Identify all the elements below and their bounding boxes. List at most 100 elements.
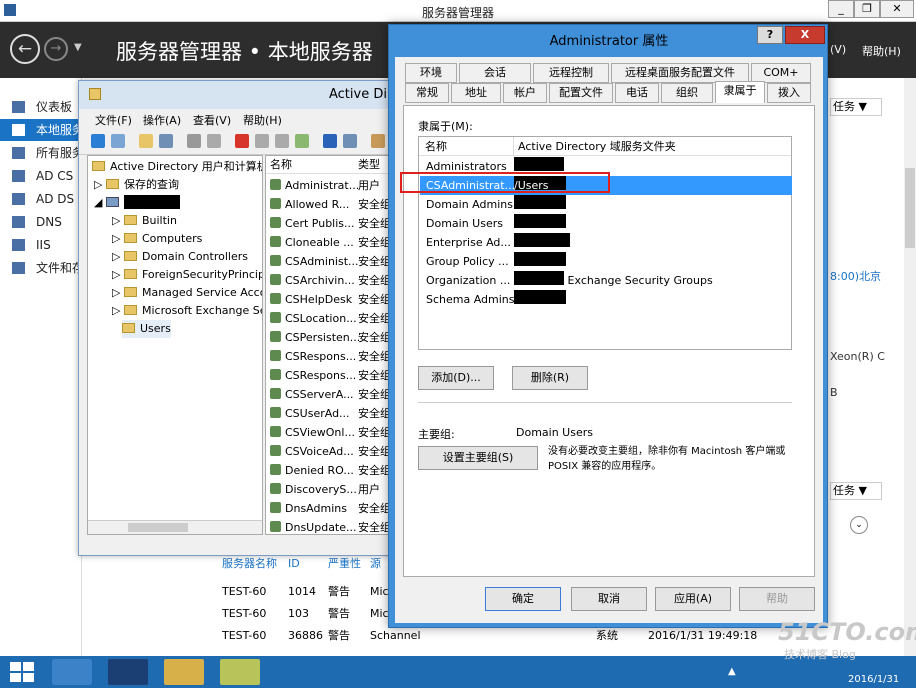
tree-domain-controllers[interactable]: ▷ Domain Controllers	[112, 248, 248, 266]
clock-date[interactable]: 2016/1/31	[848, 674, 899, 685]
aduc-taskbar-icon[interactable]	[220, 659, 260, 685]
menu-view[interactable]: 查看(V)	[193, 112, 231, 128]
list-item[interactable]: DiscoveryS... 用户	[270, 480, 380, 499]
cut-icon[interactable]	[187, 134, 201, 148]
list-item[interactable]: DnsUpdate... 安全组	[270, 518, 391, 534]
group-row[interactable]: Domain Users/Users	[420, 214, 792, 233]
nav-dashboard[interactable]: 仪表板	[0, 96, 82, 118]
help-button[interactable]: ?	[757, 26, 783, 44]
tab-address[interactable]: 地址	[451, 83, 501, 103]
help-icon[interactable]	[323, 134, 337, 148]
list-item[interactable]: CSViewOnl... 安全组	[270, 423, 391, 442]
up-folder-icon[interactable]	[139, 134, 153, 148]
tab-rds-profile[interactable]: 远程桌面服务配置文件	[611, 63, 749, 83]
menu-action[interactable]: 操作(A)	[143, 112, 181, 128]
powershell-taskbar-icon[interactable]	[108, 659, 148, 685]
group-row[interactable]: Enterprise Ad.../Users	[420, 233, 792, 252]
tree-root[interactable]: Active Directory 用户和计算机	[92, 158, 262, 176]
explorer-taskbar-icon[interactable]	[164, 659, 204, 685]
tab-telephones[interactable]: 电话	[615, 83, 659, 103]
tab-profile[interactable]: 配置文件	[549, 83, 613, 103]
group-row[interactable]: Schema Admins/Users	[420, 290, 792, 309]
expand-icon[interactable]: ⌄	[850, 516, 868, 534]
tree-hscrollbar[interactable]	[88, 520, 262, 534]
refresh-icon[interactable]	[275, 134, 289, 148]
forward-icon[interactable]	[111, 134, 125, 148]
nav-dns[interactable]: DNS	[0, 211, 82, 233]
group-row[interactable]: Organization ... Microsoft Exchange Secur…	[420, 271, 792, 290]
tab-com[interactable]: COM+	[751, 63, 811, 83]
start-button[interactable]	[10, 662, 34, 682]
nav-adcs[interactable]: AD CS	[0, 165, 82, 187]
tasks-dropdown[interactable]: 任务 ▼	[830, 98, 882, 116]
list-item[interactable]: DnsAdmins 安全组	[270, 499, 391, 518]
col-name[interactable]: 名称	[270, 156, 292, 174]
help-menu[interactable]: 帮助(H)	[862, 43, 901, 59]
tab-general[interactable]: 常规	[405, 83, 449, 103]
list-item[interactable]: CSVoiceAd... 安全组	[270, 442, 391, 461]
list-item[interactable]: CSRespons... 安全组	[270, 347, 391, 366]
list-item[interactable]: Denied RO... 安全组	[270, 461, 391, 480]
list-item[interactable]: CSUserAd... 安全组	[270, 404, 391, 423]
tab-account[interactable]: 帐户	[503, 83, 547, 103]
timezone-link[interactable]: 8:00)北京	[830, 268, 881, 284]
tree-foreign-security[interactable]: ▷ ForeignSecurityPrincipa	[112, 266, 262, 284]
groups-list[interactable]: 名称 Active Directory 域服务文件夹 Administrator…	[418, 136, 792, 350]
close-button[interactable]: X	[785, 26, 825, 44]
nav-file-storage[interactable]: 文件和存	[0, 257, 82, 279]
list-item[interactable]: CSServerA... 安全组	[270, 385, 391, 404]
col-type[interactable]: 类型	[358, 156, 380, 174]
cancel-button[interactable]: 取消	[571, 587, 647, 611]
list-item[interactable]: Cert Publis... 安全组	[270, 214, 391, 233]
add-button[interactable]: 添加(D)...	[418, 366, 494, 390]
view-menu[interactable]: (V)	[830, 43, 846, 56]
tab-sessions[interactable]: 会话	[459, 63, 531, 83]
export-icon[interactable]	[295, 134, 309, 148]
scrollbar-thumb[interactable]	[905, 168, 915, 248]
scrollbar-thumb[interactable]	[128, 523, 188, 532]
group-row[interactable]: Domain Admins/Users	[420, 195, 792, 214]
col-folder[interactable]: Active Directory 域服务文件夹	[513, 137, 676, 156]
list-item[interactable]: Administrat... 用户	[270, 176, 380, 195]
tree-domain[interactable]: ◢	[94, 194, 180, 212]
history-dropdown-icon[interactable]: ▼	[74, 42, 82, 53]
tasks-dropdown-2[interactable]: 任务 ▼	[830, 482, 882, 500]
tree-computers[interactable]: ▷ Computers	[112, 230, 202, 248]
remove-button[interactable]: 删除(R)	[512, 366, 588, 390]
tray-arrow-icon[interactable]: ▲	[728, 666, 736, 677]
apply-button[interactable]: 应用(A)	[655, 587, 731, 611]
col-group-name[interactable]: 名称	[425, 137, 447, 156]
minimize-button[interactable]: _	[828, 0, 854, 18]
list-item[interactable]: CSArchivin... 安全组	[270, 271, 391, 290]
nav-local-server[interactable]: 本地服务	[0, 119, 82, 141]
copy-icon[interactable]	[207, 134, 221, 148]
list-item[interactable]: CSAdminist... 安全组	[270, 252, 391, 271]
back-button[interactable]: ←	[10, 34, 40, 64]
tree-microsoft-exchange[interactable]: ▷ Microsoft Exchange Se	[112, 302, 262, 320]
users-icon[interactable]	[371, 134, 385, 148]
group-row[interactable]: Group Policy .../Users	[420, 252, 792, 271]
server-manager-taskbar-icon[interactable]	[52, 659, 92, 685]
properties-icon[interactable]	[255, 134, 269, 148]
tab-organization[interactable]: 组织	[661, 83, 713, 103]
forward-button[interactable]: →	[44, 37, 68, 61]
menu-help[interactable]: 帮助(H)	[243, 112, 282, 128]
list-item[interactable]: CSPersisten... 安全组	[270, 328, 391, 347]
tree-users[interactable]: Users	[122, 320, 171, 338]
delete-icon[interactable]	[235, 134, 249, 148]
tab-remote-control[interactable]: 远程控制	[533, 63, 609, 83]
list-item[interactable]: CSHelpDesk 安全组	[270, 290, 391, 309]
help-dialog-button[interactable]: 帮助	[739, 587, 815, 611]
nav-iis[interactable]: IIS	[0, 234, 82, 256]
tree-managed-service[interactable]: ▷ Managed Service Acco	[112, 284, 262, 302]
back-icon[interactable]	[91, 134, 105, 148]
show-tree-icon[interactable]	[159, 134, 173, 148]
close-icon[interactable]: ✕	[880, 0, 914, 18]
nav-all-servers[interactable]: 所有服务	[0, 142, 82, 164]
list-item[interactable]: Cloneable ... 安全组	[270, 233, 391, 252]
list-item[interactable]: CSLocation... 安全组	[270, 309, 391, 328]
tree-saved-queries[interactable]: ▷ 保存的查询	[94, 176, 179, 194]
console-icon[interactable]	[343, 134, 357, 148]
set-primary-group-button[interactable]: 设置主要组(S)	[418, 446, 538, 470]
tab-dial-in[interactable]: 拨入	[767, 83, 811, 103]
